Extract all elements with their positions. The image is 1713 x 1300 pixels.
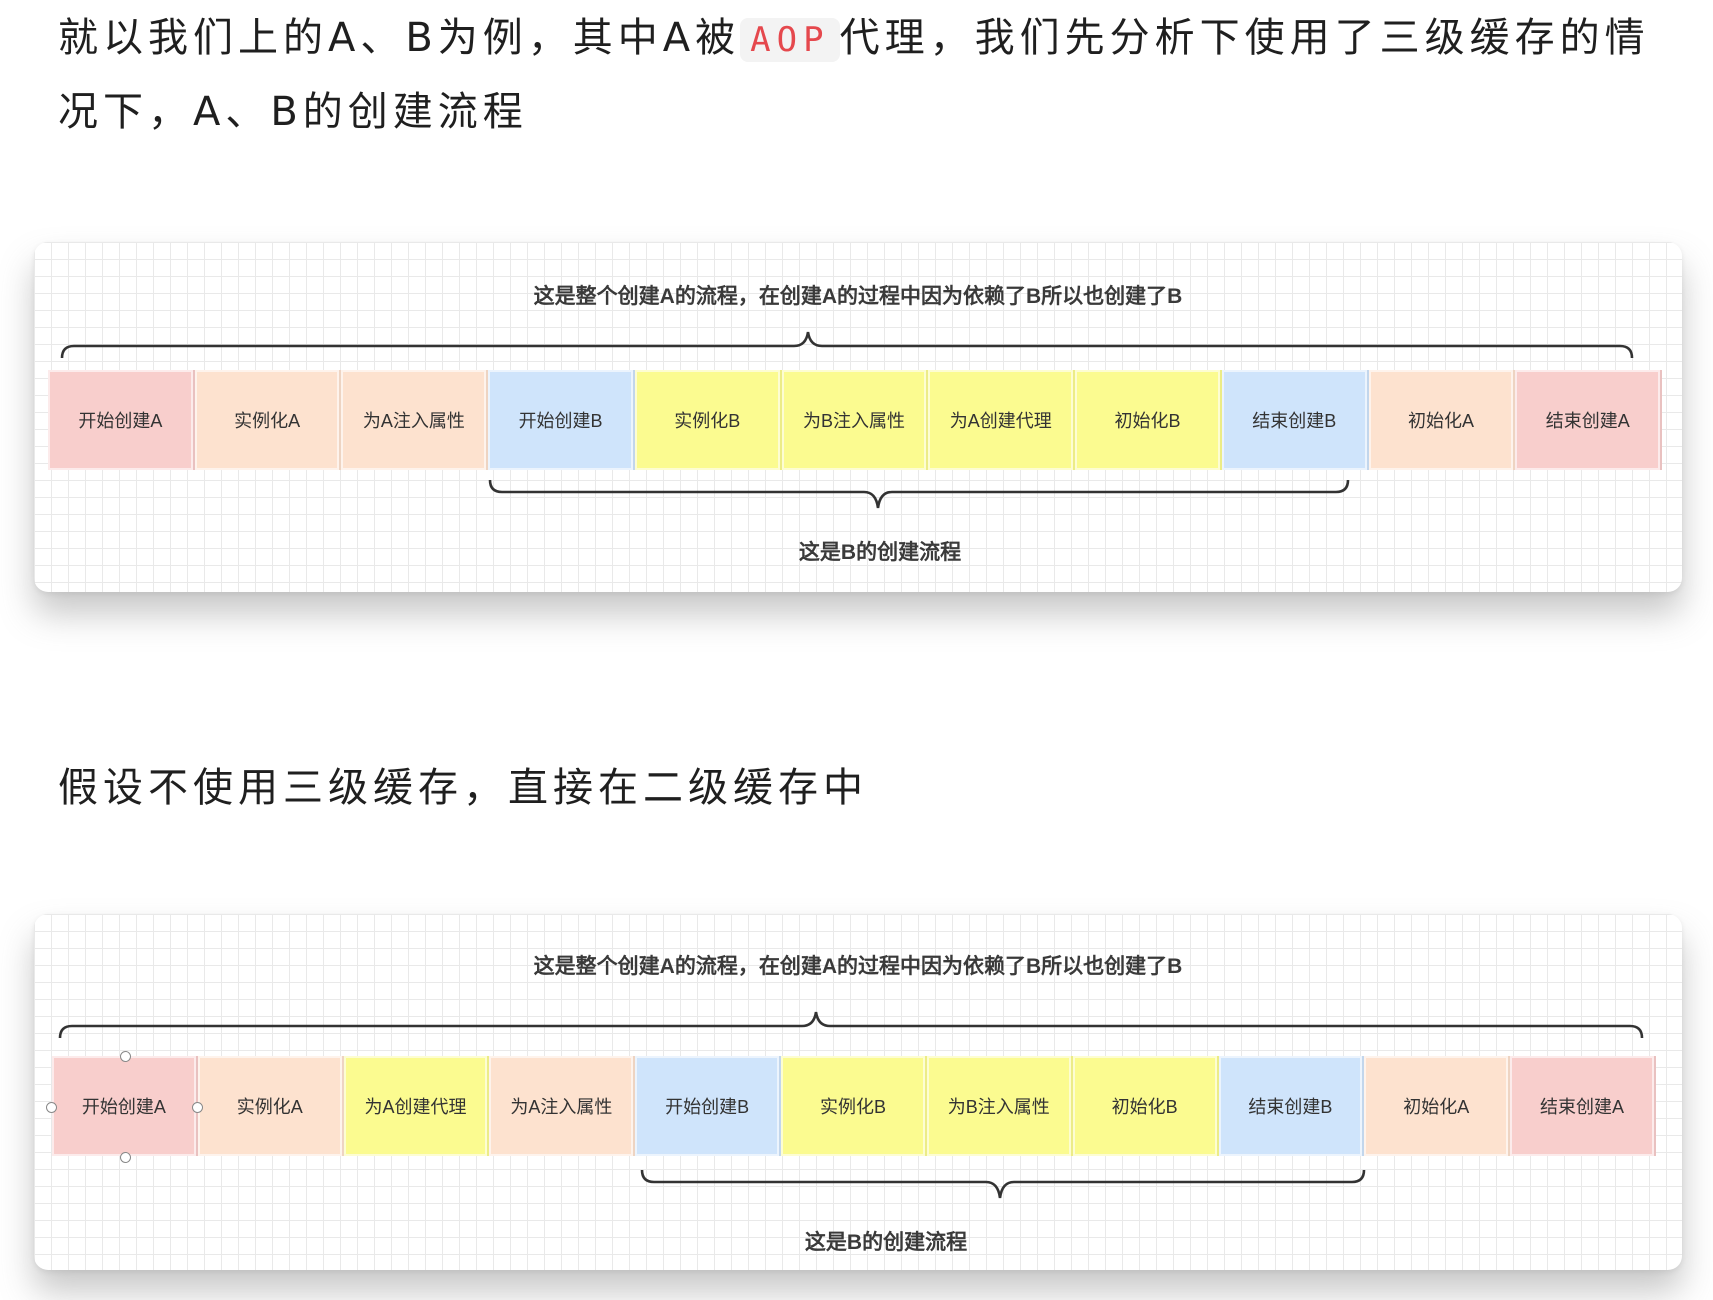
flow-step[interactable]: 初始化B — [1072, 1056, 1219, 1156]
flow-step[interactable]: 开始创建A — [52, 1056, 198, 1156]
flow-step[interactable]: 结束创建B — [1221, 370, 1369, 470]
flow-step[interactable]: 结束创建A — [1510, 1056, 1656, 1156]
figure1-subtitle: 这是B的创建流程 — [798, 541, 962, 564]
figure2-bottom-brace — [640, 1169, 1366, 1199]
flow-step[interactable]: 初始化A — [1368, 370, 1516, 470]
figure2-steps: 开始创建A 实例化A 为A创建代理 为A注入属性 开始创建B 实例化B 为B注入属性 初始化B… — [52, 1056, 1656, 1156]
flow-diagram-with-two-level-cache: 这是整个创建A的流程，在创建A的过程中因为依赖了B所以也创建了B 开始创建A 实例… — [34, 914, 1682, 1270]
intro-paragraph: 就以我们上的A、B为例，其中A被 AOP 代理，我们先分析下使用了三级缓存的情况下，… — [58, 2, 1678, 148]
flow-step[interactable]: 初始化A — [1364, 1056, 1511, 1156]
flow-step[interactable]: 结束创建A — [1515, 370, 1663, 470]
flow-step[interactable]: 为A创建代理 — [343, 1056, 490, 1156]
flow-step[interactable]: 开始创建B — [488, 370, 635, 470]
selection-handle-bottom[interactable] — [120, 1152, 131, 1163]
flow-step[interactable]: 开始创建B — [635, 1056, 782, 1156]
flow-step[interactable]: 为A注入属性 — [341, 370, 489, 470]
figure1-steps: 开始创建A 实例化A 为A注入属性 开始创建B 实例化B 为B注入属性 为A创建代理 初始化B… — [48, 370, 1663, 470]
figure1-bottom-brace — [488, 479, 1350, 509]
flow-step[interactable]: 实例化B — [781, 1056, 927, 1156]
flow-step[interactable]: 开始创建A — [48, 370, 195, 470]
flow-step[interactable]: 为A注入属性 — [489, 1056, 636, 1156]
intro-text-part1: 就以我们上的A、B为例，其中A被 — [58, 15, 741, 61]
flow-step[interactable]: 结束创建B — [1218, 1056, 1365, 1156]
flow-step[interactable]: 为B注入属性 — [781, 370, 929, 470]
aop-code-span: AOP — [740, 18, 840, 62]
figure2-subtitle: 这是B的创建流程 — [804, 1231, 968, 1254]
selection-handle-right[interactable] — [192, 1102, 203, 1113]
selection-handle-top[interactable] — [120, 1051, 131, 1062]
flow-step[interactable]: 实例化A — [194, 370, 342, 470]
middle-paragraph: 假设不使用三级缓存，直接在二级缓存中 — [58, 765, 868, 811]
flow-step[interactable]: 初始化B — [1075, 370, 1222, 470]
flow-step[interactable]: 为A创建代理 — [928, 370, 1076, 470]
selection-handle-left[interactable] — [46, 1102, 57, 1113]
flow-diagram-with-three-level-cache: 这是整个创建A的流程，在创建A的过程中因为依赖了B所以也创建了B 开始创建A 实例… — [34, 242, 1682, 592]
flow-step[interactable]: 为B注入属性 — [926, 1056, 1073, 1156]
flow-step[interactable]: 实例化A — [197, 1056, 344, 1156]
flow-step[interactable]: 实例化B — [634, 370, 782, 470]
